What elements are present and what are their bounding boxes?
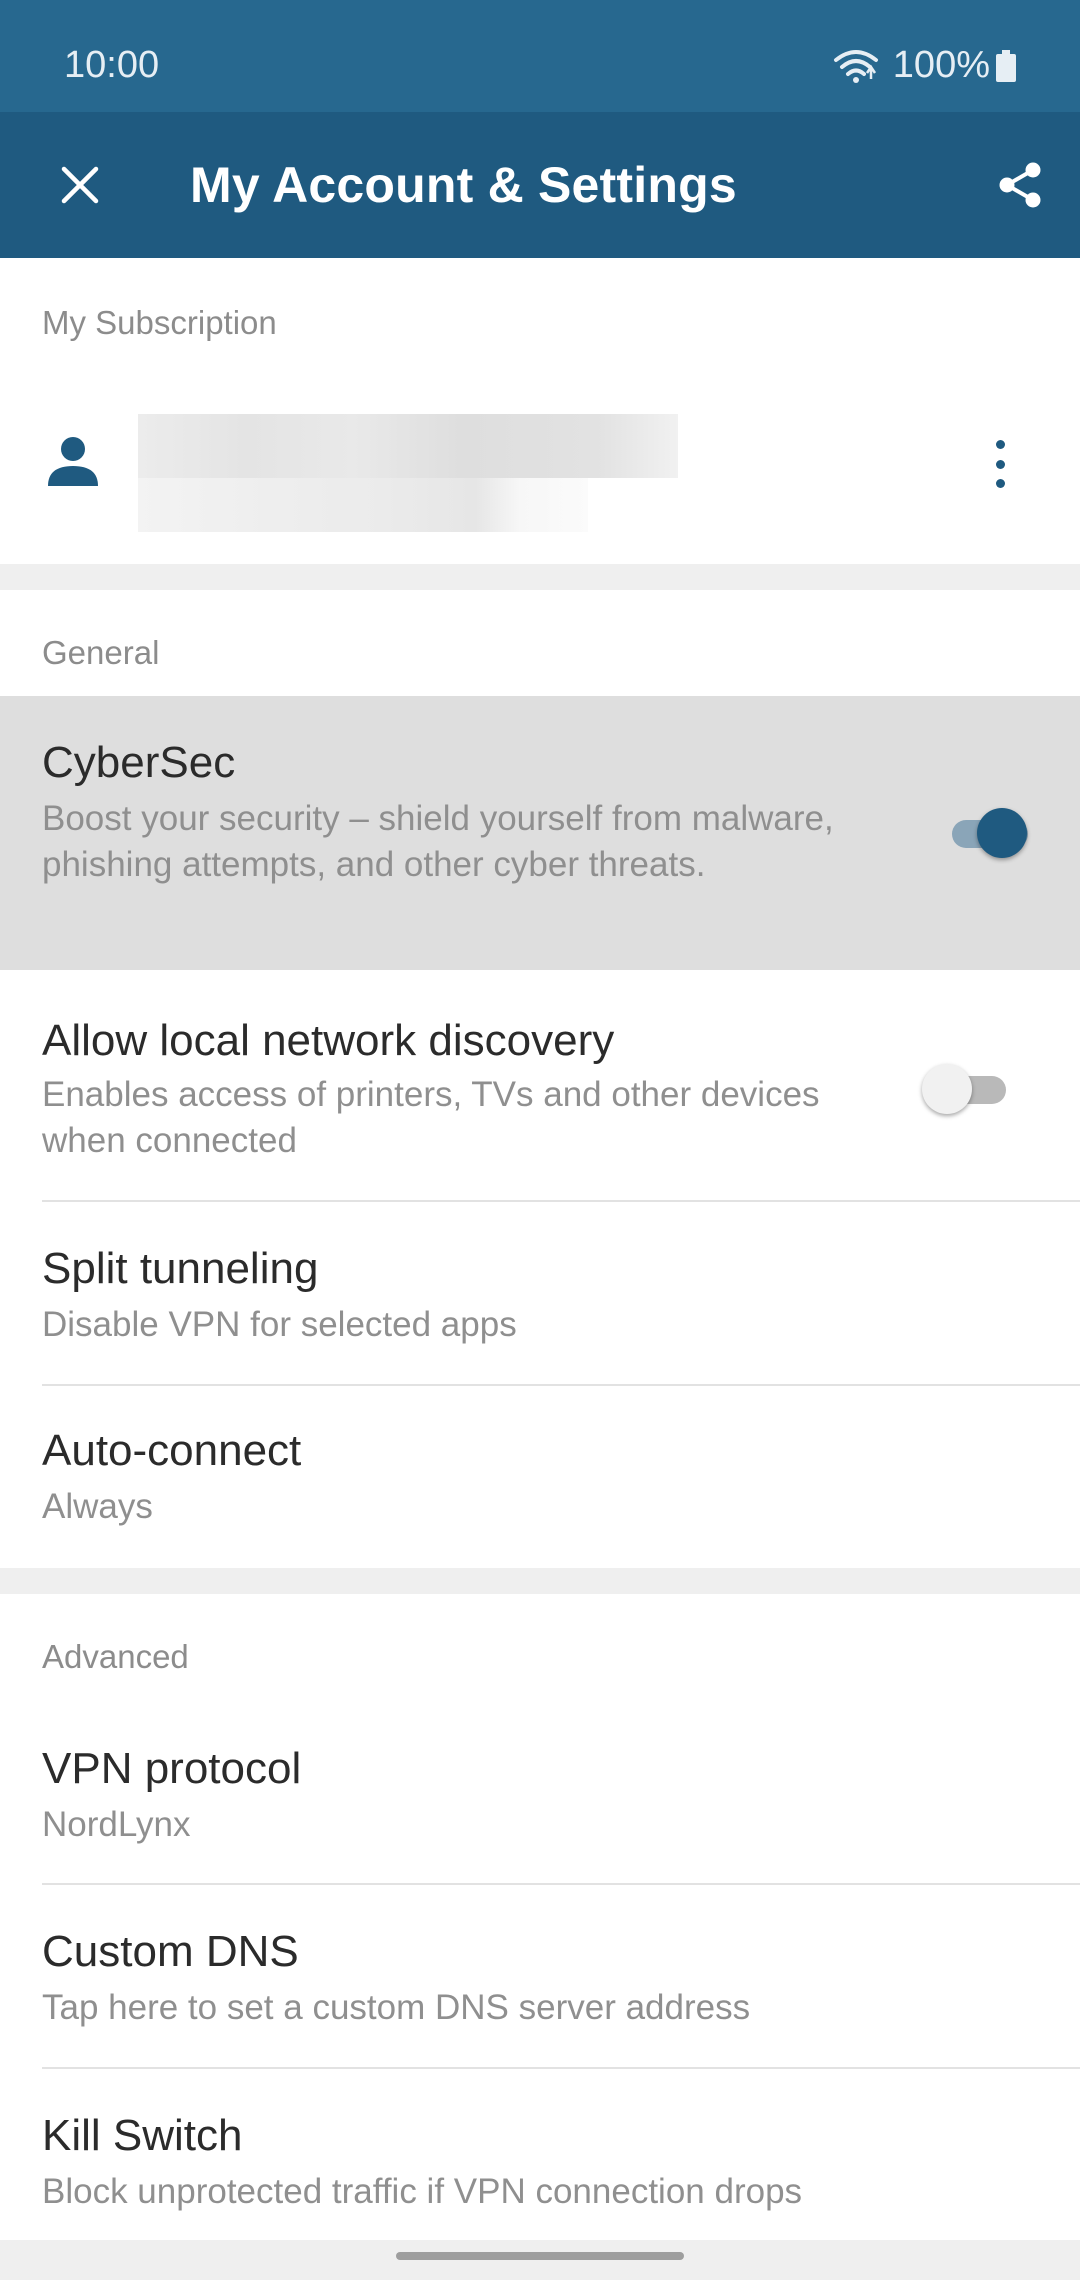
status-bar: 10:00 100% xyxy=(0,0,1080,112)
share-icon xyxy=(999,162,1041,208)
account-name-redacted xyxy=(138,414,678,478)
share-button[interactable] xyxy=(984,149,1056,221)
split-tunneling-title: Split tunneling xyxy=(42,1244,319,1293)
kill-switch-row[interactable]: Kill Switch Block unprotected traffic if… xyxy=(0,2069,1080,2240)
vpn-protocol-row[interactable]: VPN protocol NordLynx xyxy=(0,1700,1080,1884)
general-label: General xyxy=(42,634,160,671)
app-bar: My Account & Settings xyxy=(0,112,1080,258)
vpn-protocol-value: NordLynx xyxy=(42,1805,191,1844)
split-tunneling-subtitle: Disable VPN for selected apps xyxy=(42,1305,517,1344)
status-indicators: 100% xyxy=(833,44,1016,87)
split-tunneling-row[interactable]: Split tunneling Disable VPN for selected… xyxy=(0,1202,1080,1386)
custom-dns-row[interactable]: Custom DNS Tap here to set a custom DNS … xyxy=(0,1885,1080,2069)
auto-connect-row[interactable]: Auto-connect Always xyxy=(0,1386,1080,1568)
account-email-redacted xyxy=(138,478,588,532)
home-indicator[interactable] xyxy=(396,2252,684,2260)
auto-connect-title: Auto-connect xyxy=(42,1426,302,1475)
local-network-subtitle: Enables access of printers, TVs and othe… xyxy=(42,1075,820,1160)
status-time: 10:00 xyxy=(64,44,160,86)
close-button[interactable] xyxy=(44,149,116,221)
account-row[interactable] xyxy=(0,364,1080,564)
local-network-title: Allow local network discovery xyxy=(42,1016,615,1065)
page-title: My Account & Settings xyxy=(190,157,737,213)
battery-icon xyxy=(996,49,1016,82)
more-vert-icon xyxy=(995,440,1005,449)
advanced-label: Advanced xyxy=(42,1638,189,1675)
vpn-protocol-title: VPN protocol xyxy=(42,1744,302,1793)
cybersec-subtitle: Boost your security – shield yourself fr… xyxy=(42,799,834,884)
local-network-row[interactable]: Allow local network discovery Enables ac… xyxy=(0,970,1080,1202)
custom-dns-subtitle: Tap here to set a custom DNS server addr… xyxy=(42,1988,751,2027)
custom-dns-title: Custom DNS xyxy=(42,1927,299,1976)
subscription-label: My Subscription xyxy=(42,304,277,341)
cybersec-row[interactable]: CyberSec Boost your security – shield yo… xyxy=(0,696,1080,970)
wifi-icon xyxy=(833,49,878,83)
cybersec-toggle[interactable] xyxy=(944,808,1034,858)
kill-switch-title: Kill Switch xyxy=(42,2111,243,2160)
close-icon xyxy=(61,166,99,204)
battery-percent: 100% xyxy=(892,44,990,86)
kill-switch-subtitle: Block unprotected traffic if VPN connect… xyxy=(42,2172,803,2211)
cybersec-title: CyberSec xyxy=(42,738,236,787)
local-network-toggle[interactable] xyxy=(922,1064,1012,1114)
more-options-button[interactable] xyxy=(980,434,1020,494)
person-icon xyxy=(48,437,98,486)
auto-connect-value: Always xyxy=(42,1487,153,1526)
